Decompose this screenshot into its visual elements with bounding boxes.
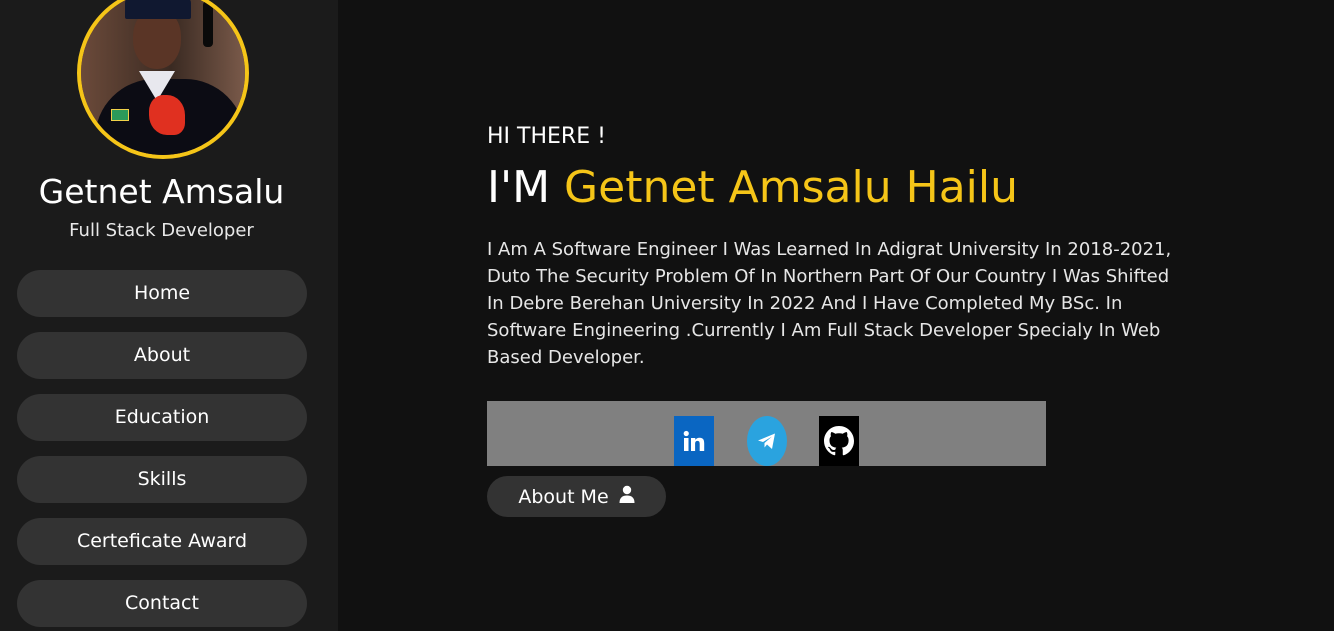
about-me-button[interactable]: About Me — [487, 476, 666, 517]
linkedin-icon[interactable] — [674, 416, 714, 466]
sidebar: Getnet Amsalu Full Stack Developer Home … — [0, 0, 338, 631]
headline-prefix: I'M — [487, 162, 551, 213]
github-icon[interactable] — [819, 416, 859, 466]
social-links-bar — [487, 401, 1046, 466]
nav-contact[interactable]: Contact — [17, 580, 307, 627]
telegram-icon[interactable] — [747, 416, 787, 466]
nav-skills[interactable]: Skills — [17, 456, 307, 503]
profile-role: Full Stack Developer — [69, 220, 254, 241]
hero-headline: I'M Getnet Amsalu Hailu — [487, 162, 1018, 213]
greeting-text: HI THERE ! — [487, 124, 606, 149]
about-me-label: About Me — [518, 485, 609, 508]
avatar — [77, 0, 249, 159]
bio-paragraph: I Am A Software Engineer I Was Learned I… — [487, 239, 1172, 368]
headline-full-name: Getnet Amsalu Hailu — [564, 162, 1018, 213]
user-icon — [619, 485, 635, 508]
nav-education[interactable]: Education — [17, 394, 307, 441]
nav-home[interactable]: Home — [17, 270, 307, 317]
nav-certificate-award[interactable]: Certeficate Award — [17, 518, 307, 565]
profile-name: Getnet Amsalu — [38, 172, 285, 211]
nav-about[interactable]: About — [17, 332, 307, 379]
